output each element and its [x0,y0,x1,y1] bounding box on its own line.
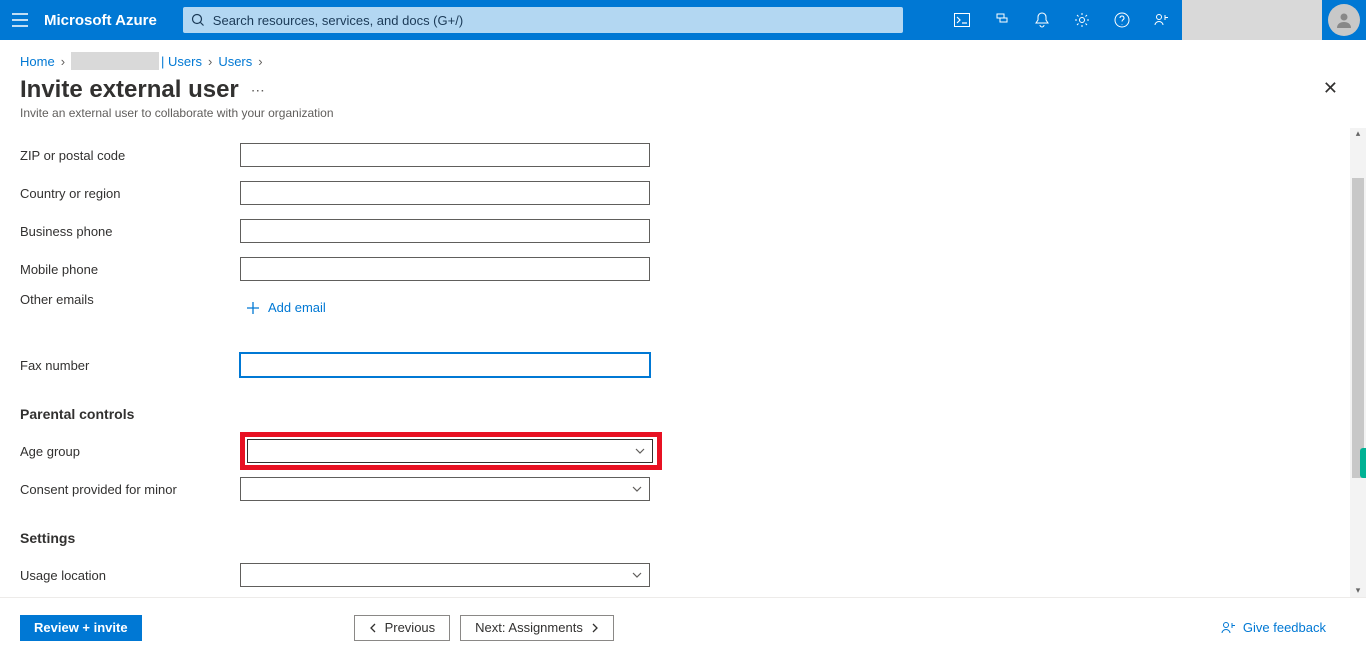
feedback-label: Give feedback [1243,620,1326,635]
page-header: Invite external user ⋯ Invite an externa… [0,70,1366,120]
directories-icon[interactable] [982,0,1022,40]
review-invite-button[interactable]: Review + invite [20,615,142,641]
settings-icon[interactable] [1062,0,1102,40]
input-country[interactable] [240,181,650,205]
row-usage-location: Usage location [20,556,1328,594]
row-other-emails: Other emails Add email [20,288,1328,336]
chevron-down-icon [631,569,643,581]
input-zip[interactable] [240,143,650,167]
row-consent: Consent provided for minor [20,470,1328,508]
top-icons [942,0,1366,40]
scroll-down-icon[interactable]: ▾ [1352,585,1364,597]
input-mobile-phone[interactable] [240,257,650,281]
row-zip: ZIP or postal code [20,136,1328,174]
next-label: Next: Assignments [475,620,583,635]
close-icon[interactable]: ✕ [1323,78,1338,99]
row-age-group: Age group [20,432,1328,470]
label-other-emails: Other emails [20,292,240,307]
avatar[interactable] [1328,4,1360,36]
more-icon[interactable]: ⋯ [251,82,266,99]
scrollbar-track[interactable]: ▴ ▾ [1350,128,1366,597]
breadcrumb: Home › | Users › Users › [0,40,1366,70]
chevron-down-icon [634,445,646,457]
row-mobile-phone: Mobile phone [20,250,1328,288]
feedback-person-icon [1221,620,1237,636]
chevron-right-icon: › [208,54,212,69]
form-scroll[interactable]: ZIP or postal code Country or region Bus… [0,128,1348,597]
search-input[interactable] [183,7,903,33]
row-fax: Fax number [20,346,1328,384]
footer: Review + invite Previous Next: Assignmen… [0,597,1366,657]
label-zip: ZIP or postal code [20,148,240,163]
select-usage-location[interactable] [240,563,650,587]
chevron-left-icon [369,623,379,633]
help-icon[interactable] [1102,0,1142,40]
breadcrumb-users[interactable]: Users [218,54,252,69]
breadcrumb-users-suffix[interactable]: | Users [161,54,202,69]
label-usage-location: Usage location [20,568,240,583]
notifications-icon[interactable] [1022,0,1062,40]
account-area [1182,0,1322,40]
content-area: ▴ ▾ ZIP or postal code Country or region… [0,128,1366,597]
row-country: Country or region [20,174,1328,212]
breadcrumb-home[interactable]: Home [20,54,55,69]
label-fax: Fax number [20,358,240,373]
chevron-down-icon [631,483,643,495]
label-business-phone: Business phone [20,224,240,239]
page-title: Invite external user [20,76,239,104]
chevron-right-icon: › [258,54,262,69]
add-email-button[interactable]: Add email [246,300,326,315]
search-container [183,7,903,33]
previous-button[interactable]: Previous [354,615,451,641]
breadcrumb-redacted [71,52,159,70]
label-mobile-phone: Mobile phone [20,262,240,277]
top-bar: Microsoft Azure [0,0,1366,40]
select-consent[interactable] [240,477,650,501]
page-subtitle: Invite an external user to collaborate w… [20,106,1346,120]
input-business-phone[interactable] [240,219,650,243]
select-age-group[interactable] [247,439,653,463]
scroll-up-icon[interactable]: ▴ [1352,128,1364,140]
highlight-age-group [240,432,662,470]
chevron-right-icon: › [61,54,65,69]
search-icon [191,13,205,27]
add-email-label: Add email [268,300,326,315]
brand-label[interactable]: Microsoft Azure [40,12,179,29]
label-consent: Consent provided for minor [20,482,240,497]
scrollbar-thumb[interactable] [1352,178,1364,478]
feedback-icon[interactable] [1142,0,1182,40]
menu-icon[interactable] [0,0,40,40]
input-fax[interactable] [240,353,650,377]
section-settings: Settings [20,530,1328,546]
row-business-phone: Business phone [20,212,1328,250]
previous-label: Previous [385,620,436,635]
cloud-shell-icon[interactable] [942,0,982,40]
next-button[interactable]: Next: Assignments [460,615,614,641]
give-feedback-link[interactable]: Give feedback [1221,620,1326,636]
side-tab[interactable] [1360,448,1366,478]
label-age-group: Age group [20,444,240,459]
section-parental: Parental controls [20,406,1328,422]
plus-icon [246,301,260,315]
chevron-right-icon [589,623,599,633]
label-country: Country or region [20,186,240,201]
